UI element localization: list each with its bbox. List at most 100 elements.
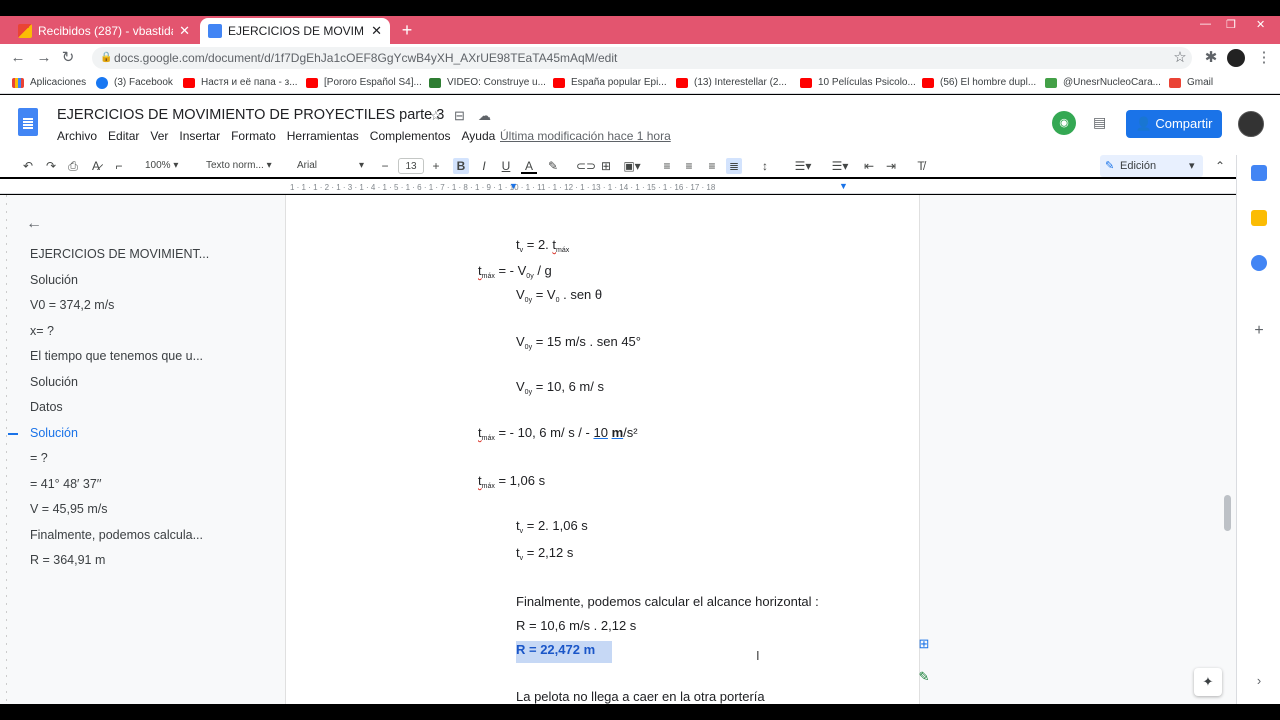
text-color-icon[interactable]: A	[521, 158, 537, 174]
maximize-icon[interactable]: ❐	[1226, 18, 1236, 31]
increase-indent-icon[interactable]: ⇥	[883, 158, 899, 174]
url-input[interactable]: 🔒 docs.google.com/document/d/1f7DgEhJa1c…	[92, 47, 1192, 69]
eq-range-result[interactable]: R = 22,472 m	[516, 642, 595, 657]
outline-item[interactable]: Solución	[30, 375, 78, 389]
account-avatar[interactable]	[1238, 111, 1264, 137]
add-comment-icon[interactable]: ⊞	[598, 158, 614, 174]
bookmark-youtube-5[interactable]: 10 Películas Psicolo...	[800, 76, 916, 90]
menu-formato[interactable]: Formato	[231, 129, 276, 143]
menu-editar[interactable]: Editar	[108, 129, 139, 143]
bookmark-apps[interactable]: Aplicaciones	[12, 76, 86, 90]
bookmark-youtube-2[interactable]: [Pororo Español S4]...	[306, 76, 422, 90]
star-icon[interactable]: ☆	[430, 108, 442, 124]
outline-item-current[interactable]: Solución	[30, 426, 78, 440]
last-edit-link[interactable]: Última modificación hace 1 hora	[500, 129, 671, 143]
explore-icon[interactable]: ✦	[1194, 668, 1222, 696]
undo-icon[interactable]: ↶	[20, 158, 36, 174]
new-tab-button[interactable]: +	[396, 20, 418, 42]
justify-icon[interactable]: ≣	[726, 158, 742, 174]
comment-history-icon[interactable]: ▤	[1093, 114, 1106, 131]
ruler[interactable]: 1 · 1 · 1 · 2 · 1 · 3 · 1 · 4 · 1 · 5 · …	[0, 179, 1236, 194]
redo-icon[interactable]: ↷	[43, 158, 59, 174]
minimize-icon[interactable]: —	[1200, 18, 1211, 30]
bookmark-youtube-6[interactable]: (56) El hombre dupl...	[922, 76, 1036, 90]
close-icon[interactable]: ✕	[371, 23, 382, 39]
collapse-toolbar-icon[interactable]: ⌃	[1212, 158, 1228, 174]
align-left-icon[interactable]: ≡	[659, 158, 675, 174]
suggest-edit-icon[interactable]: ✎	[914, 669, 934, 687]
tasks-icon[interactable]	[1251, 255, 1267, 271]
add-comment-icon[interactable]: ⊞	[914, 636, 934, 654]
zoom-select[interactable]: 100% ▾	[145, 158, 187, 174]
bookmark-youtube-3[interactable]: España popular Epi...	[553, 76, 667, 90]
document-page[interactable]: tv = 2. tmáx tmáx = - V0y / g V0y = V0 .…	[285, 195, 929, 704]
outline-item[interactable]: V = 45,95 m/s	[30, 502, 107, 516]
italic-icon[interactable]: I	[476, 158, 492, 174]
bookmark-video[interactable]: VIDEO: Construye u...	[429, 76, 546, 90]
bulleted-list-icon[interactable]: ☰▾	[825, 158, 855, 174]
numbered-list-icon[interactable]: ☰▾	[788, 158, 818, 174]
increase-size-icon[interactable]: +	[429, 158, 443, 174]
menu-insertar[interactable]: Insertar	[179, 129, 220, 143]
menu-complementos[interactable]: Complementos	[370, 129, 451, 143]
menu-archivo[interactable]: Archivo	[57, 129, 97, 143]
right-indent-marker-icon[interactable]: ▼	[839, 181, 848, 191]
reload-icon[interactable]: ↻	[58, 49, 78, 67]
close-icon[interactable]: ✕	[179, 23, 190, 39]
bold-icon[interactable]: B	[453, 158, 469, 174]
document-title[interactable]: EJERCICIOS DE MOVIMIENTO DE PROYECTILES …	[57, 107, 444, 123]
outline-item[interactable]: = 41° 48′ 37′′	[30, 477, 101, 491]
indent-marker-icon[interactable]: ▼	[509, 181, 518, 191]
paint-format-icon[interactable]: ⌐	[111, 158, 127, 174]
font-select[interactable]: Arial ▾	[297, 158, 369, 174]
line-spacing-icon[interactable]: ↕	[757, 158, 773, 174]
share-button[interactable]: 👤 Compartir	[1126, 110, 1222, 138]
spellcheck-icon[interactable]: A̷	[88, 158, 104, 174]
tab-gmail[interactable]: Recibidos (287) - vbastidascsb20 ✕	[10, 18, 198, 44]
star-icon[interactable]: ☆	[1170, 49, 1190, 67]
bookmark-youtube-1[interactable]: Настя и её папа - з...	[183, 76, 298, 90]
keep-icon[interactable]	[1251, 210, 1267, 226]
menu-dots-icon[interactable]: ⋮	[1254, 49, 1274, 67]
outline-item[interactable]: El tiempo que tenemos que u...	[30, 349, 203, 363]
outline-item[interactable]: Datos	[30, 400, 63, 414]
add-addon-icon[interactable]: +	[1251, 323, 1267, 339]
bookmark-unesr[interactable]: @UnesrNucleoCara...	[1045, 76, 1161, 90]
window-close-icon[interactable]: ✕	[1256, 18, 1265, 31]
menu-ayuda[interactable]: Ayuda	[462, 129, 496, 143]
menu-herramientas[interactable]: Herramientas	[287, 129, 359, 143]
expand-panel-icon[interactable]: ›	[1251, 673, 1267, 689]
meet-icon[interactable]: ◉	[1052, 111, 1076, 135]
outline-item[interactable]: V0 = 374,2 m/s	[30, 298, 114, 312]
menu-ver[interactable]: Ver	[150, 129, 168, 143]
underline-icon[interactable]: U	[498, 158, 514, 174]
editing-mode-select[interactable]: ✎ Edición ▾	[1100, 155, 1203, 177]
clear-formatting-icon[interactable]: T̸	[913, 158, 929, 174]
outline-item[interactable]: x= ?	[30, 324, 54, 338]
style-select[interactable]: Texto norm... ▾	[206, 158, 278, 174]
align-center-icon[interactable]: ≡	[681, 158, 697, 174]
forward-arrow-icon[interactable]: →	[34, 49, 54, 67]
back-arrow-icon[interactable]: ←	[8, 49, 28, 67]
insert-image-icon[interactable]: ▣▾	[620, 158, 644, 174]
align-right-icon[interactable]: ≡	[704, 158, 720, 174]
outline-item[interactable]: R = 364,91 m	[30, 553, 105, 567]
move-folder-icon[interactable]: ⊟	[454, 108, 465, 124]
print-icon[interactable]: ⎙	[65, 158, 81, 174]
close-outline-arrow-icon[interactable]: ←	[26, 215, 42, 233]
highlight-icon[interactable]: ✎	[545, 158, 561, 174]
docs-logo-icon[interactable]	[18, 108, 38, 136]
outline-item[interactable]: Finalmente, podemos calcula...	[30, 528, 203, 542]
calendar-icon[interactable]	[1251, 165, 1267, 181]
decrease-indent-icon[interactable]: ⇤	[861, 158, 877, 174]
extensions-icon[interactable]: ✱	[1201, 49, 1221, 67]
tab-docs[interactable]: EJERCICIOS DE MOVIMIENTO DE ✕	[200, 18, 390, 44]
bookmark-gmail[interactable]: Gmail	[1169, 76, 1213, 90]
scrollbar-thumb[interactable]	[1224, 495, 1231, 531]
outline-item[interactable]: EJERCICIOS DE MOVIMIENT...	[30, 247, 209, 261]
outline-item[interactable]: Solución	[30, 273, 78, 287]
link-icon[interactable]: ⊂⊃	[576, 158, 596, 174]
profile-avatar[interactable]	[1227, 49, 1245, 67]
outline-item[interactable]: = ?	[30, 451, 48, 465]
font-size-input[interactable]: 13	[398, 158, 424, 174]
